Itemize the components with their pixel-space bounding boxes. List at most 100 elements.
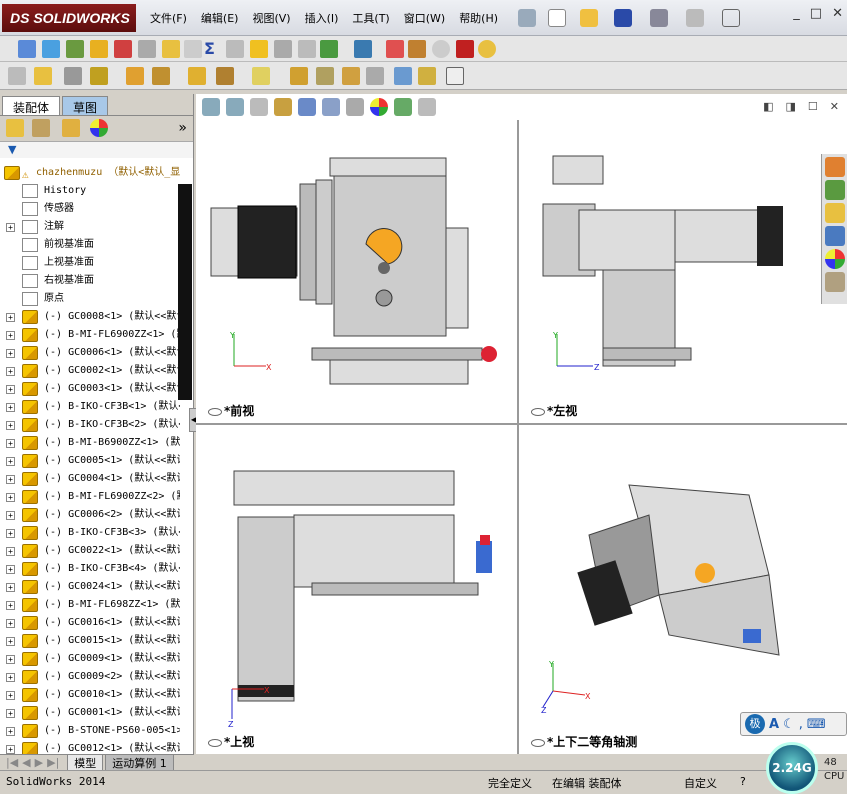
menu-tools[interactable]: 工具(T): [352, 10, 389, 26]
smart-fasteners-icon[interactable]: [126, 67, 144, 85]
expand-icon[interactable]: +: [6, 367, 15, 376]
tree-part-row[interactable]: + (-) B-IKO-CF3B<4> (默认<<: [0, 560, 180, 578]
menu-help[interactable]: 帮助(H): [459, 10, 498, 26]
tree-part-row[interactable]: + (-) GC0009<1> (默认<<默认: [0, 650, 180, 668]
viewport-left[interactable]: Y Z *左视: [518, 120, 847, 424]
expand-icon[interactable]: +: [6, 475, 15, 484]
eye-icon[interactable]: [531, 738, 545, 747]
ime-letter-a[interactable]: A: [769, 717, 779, 732]
expand-icon[interactable]: +: [6, 565, 15, 574]
tab-scroll-first[interactable]: |◀: [6, 756, 18, 769]
check-disabled-icon[interactable]: [432, 40, 450, 58]
tab-scroll-prev[interactable]: ◀: [22, 756, 30, 769]
tree-item[interactable]: 右视基准面: [0, 272, 180, 290]
tree-item[interactable]: History: [0, 182, 180, 200]
tab-scroll-last[interactable]: ▶|: [47, 756, 59, 769]
compare-icon[interactable]: [320, 40, 338, 58]
tree-part-row[interactable]: + (-) B-STONE-PS60-005<1>: [0, 722, 180, 740]
mate-icon[interactable]: [34, 67, 52, 85]
previous-view-icon[interactable]: [250, 98, 268, 116]
tree-part-row[interactable]: + (-) GC0002<1> (默认<<默认: [0, 362, 180, 380]
tab-motion-study[interactable]: 运动算例 1: [105, 753, 174, 772]
tree-part-row[interactable]: + (-) B-IKO-CF3B<3> (默认<<: [0, 524, 180, 542]
tree-part-row[interactable]: + (-) B-MI-FL6900ZZ<1> (默认: [0, 326, 180, 344]
insert-component-icon[interactable]: [8, 67, 26, 85]
linear-pattern-icon[interactable]: [90, 67, 108, 85]
color-swap-icon[interactable]: [456, 40, 474, 58]
close-view-icon[interactable]: ✕: [830, 100, 839, 113]
eye-icon[interactable]: [208, 738, 222, 747]
eye-icon[interactable]: [531, 407, 545, 416]
graphics-area[interactable]: ◧ ◨ ☐ ✕ Y X *前视 Y Z *左视 Z X *上视 Y X Z *上…: [196, 94, 847, 754]
tree-part-row[interactable]: + (-) B-MI-B6900ZZ<1> (默认: [0, 434, 180, 452]
expand-icon[interactable]: +: [6, 421, 15, 430]
menu-insert[interactable]: 插入(I): [305, 10, 339, 26]
tree-part-row[interactable]: + (-) B-IKO-CF3B<1> (默认<<: [0, 398, 180, 416]
view-orientation-icon[interactable]: [298, 98, 316, 116]
tree-part-row[interactable]: + (-) GC0016<1> (默认<<默认: [0, 614, 180, 632]
apply-scene-icon[interactable]: [394, 98, 412, 116]
expand-icon[interactable]: +: [6, 619, 15, 628]
tree-scrollbar[interactable]: [178, 184, 192, 400]
tab-sketch[interactable]: 草图: [62, 96, 109, 115]
move-component-icon[interactable]: [152, 67, 170, 85]
view-palette-icon[interactable]: [825, 226, 845, 246]
measure-icon[interactable]: [42, 40, 60, 58]
expand-icon[interactable]: +: [6, 349, 15, 358]
expand-icon[interactable]: +: [6, 727, 15, 736]
expand-icon[interactable]: +: [6, 439, 15, 448]
expand-icon[interactable]: +: [6, 691, 15, 700]
save-icon[interactable]: [614, 9, 632, 27]
view-settings-icon[interactable]: [418, 98, 436, 116]
tab-scroll-next[interactable]: ▶: [35, 756, 43, 769]
menu-file[interactable]: 文件(F): [150, 10, 187, 26]
expand-icon[interactable]: +: [6, 331, 15, 340]
expand-icon[interactable]: +: [6, 493, 15, 502]
warning-icon[interactable]: [250, 40, 268, 58]
split-icon[interactable]: ◨: [786, 100, 796, 113]
check-icon[interactable]: [114, 40, 132, 58]
expand-icon[interactable]: +: [6, 403, 15, 412]
undo-icon[interactable]: [686, 9, 704, 27]
flatten-icon[interactable]: [386, 40, 404, 58]
tree-part-row[interactable]: + (-) GC0009<2> (默认<<默认: [0, 668, 180, 686]
expand-icon[interactable]: +: [6, 745, 15, 754]
expand-icon[interactable]: +: [6, 511, 15, 520]
assembly-features-icon[interactable]: [216, 67, 234, 85]
appearance-icon[interactable]: [478, 40, 496, 58]
tree-part-row[interactable]: + (-) B-MI-FL698ZZ<1> (默认: [0, 596, 180, 614]
explode-line-icon[interactable]: [366, 67, 384, 85]
clearance-icon[interactable]: [274, 40, 292, 58]
new-document-icon[interactable]: [548, 9, 566, 27]
maximize-view-icon[interactable]: ☐: [808, 100, 818, 113]
viewport-isometric[interactable]: Y X Z *上下二等角轴测: [518, 424, 847, 754]
tree-part-row[interactable]: + (-) GC0001<1> (默认<<默认: [0, 704, 180, 722]
geometry-analysis-icon[interactable]: [138, 40, 156, 58]
configuration-manager-icon[interactable]: [62, 119, 80, 137]
open-folder-icon[interactable]: [580, 9, 598, 27]
ime-punct-icon[interactable]: ,: [799, 717, 803, 732]
filter-icon[interactable]: ▼: [8, 143, 16, 156]
zoom-area-icon[interactable]: [226, 98, 244, 116]
display-style-icon[interactable]: [322, 98, 340, 116]
select-arrow-icon[interactable]: [722, 9, 740, 27]
exploded-view-icon[interactable]: [342, 67, 360, 85]
tree-item[interactable]: 前视基准面: [0, 236, 180, 254]
tree-root[interactable]: ⚠ chazhenmuzu （默认<默认_显: [0, 164, 180, 182]
tree-part-row[interactable]: + (-) GC0006<2> (默认<<默认: [0, 506, 180, 524]
expand-icon[interactable]: +: [6, 223, 15, 232]
display-manager-icon[interactable]: [90, 119, 108, 137]
expand-icon[interactable]: +: [6, 709, 15, 718]
file-explorer-icon[interactable]: [825, 203, 845, 223]
tree-part-row[interactable]: + (-) GC0004<1> (默认<<默认: [0, 470, 180, 488]
tree-part-row[interactable]: + (-) GC0024<1> (默认<<默认: [0, 578, 180, 596]
expand-icon[interactable]: +: [6, 457, 15, 466]
expand-icon[interactable]: +: [6, 673, 15, 682]
expand-icon[interactable]: +: [6, 313, 15, 322]
bill-of-materials-icon[interactable]: [316, 67, 334, 85]
close-button[interactable]: ✕: [832, 6, 843, 21]
tree-part-row[interactable]: + (-) B-IKO-CF3B<2> (默认<<: [0, 416, 180, 434]
cog-icon[interactable]: [408, 40, 426, 58]
print-icon[interactable]: [650, 9, 668, 27]
hide-show-items-icon[interactable]: [346, 98, 364, 116]
